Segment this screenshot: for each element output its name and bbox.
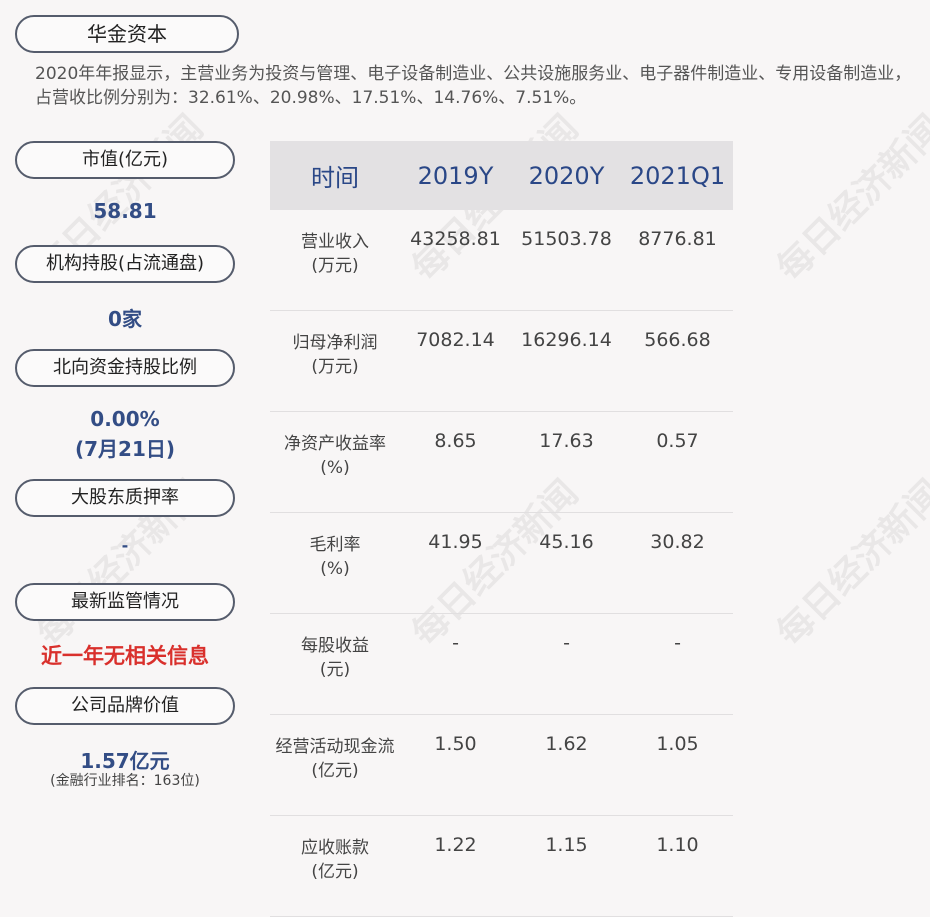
row-label-unit: (万元): [311, 256, 359, 276]
header-2019y: 2019Y: [400, 141, 511, 210]
table-cell: 45.16: [511, 512, 622, 614]
regulation-label: 最新监管情况: [15, 583, 235, 621]
company-name: 华金资本: [15, 15, 239, 53]
table-cell: 43258.81: [400, 210, 511, 311]
watermark: 每日经济新闻: [769, 107, 930, 290]
row-label-unit: (万元): [311, 357, 359, 377]
table-row: 营业收入 (万元) 43258.81 51503.78 8776.81: [270, 210, 733, 311]
row-label-unit: (%): [320, 559, 350, 579]
table-cell: 41.95: [400, 512, 511, 614]
header-2021q1: 2021Q1: [622, 141, 733, 210]
table-cell: 1.50: [400, 714, 511, 816]
watermark: 每日经济新闻: [769, 472, 930, 655]
pledge-ratio-label: 大股东质押率: [15, 479, 235, 517]
regulation-value: 近一年无相关信息: [41, 644, 209, 668]
table-row: 应收账款 (亿元) 1.22 1.15 1.10: [270, 815, 733, 917]
table-row: 归母净利润 (万元) 7082.14 16296.14 566.68: [270, 310, 733, 412]
table-cell: -: [511, 613, 622, 715]
row-label: 归母净利润 (万元): [270, 310, 400, 412]
table-cell: 1.05: [622, 714, 733, 816]
table-cell: 16296.14: [511, 310, 622, 412]
row-label-unit: (亿元): [311, 862, 359, 882]
table-cell: 8.65: [400, 411, 511, 513]
table-cell: 30.82: [622, 512, 733, 614]
table-cell: 17.63: [511, 411, 622, 513]
row-label-name: 净资产收益率: [284, 434, 386, 454]
table-header-row: 时间 2019Y 2020Y 2021Q1: [270, 141, 733, 210]
market-cap-value: 58.81: [93, 199, 157, 223]
table-cell: 7082.14: [400, 310, 511, 412]
northbound-ratio-value: 0.00%: [90, 407, 160, 431]
northbound-ratio-date: (7月21日): [74, 437, 176, 461]
header-2020y: 2020Y: [511, 141, 622, 210]
table-cell: 0.57: [622, 411, 733, 513]
table-cell: 8776.81: [622, 210, 733, 311]
table-cell: 1.15: [511, 815, 622, 917]
row-label: 营业收入 (万元): [270, 210, 400, 311]
market-cap-label: 市值(亿元): [15, 141, 235, 179]
northbound-ratio-label: 北向资金持股比例: [15, 349, 235, 387]
financial-table: 时间 2019Y 2020Y 2021Q1 营业收入 (万元) 43258.81 51…: [270, 141, 733, 917]
row-label: 毛利率 (%): [270, 512, 400, 614]
header-time: 时间: [270, 141, 400, 210]
table-cell: 1.62: [511, 714, 622, 816]
table-cell: 51503.78: [511, 210, 622, 311]
row-label: 经营活动现金流 (亿元): [270, 714, 400, 816]
table-cell: 566.68: [622, 310, 733, 412]
brand-value-label: 公司品牌价值: [15, 687, 235, 725]
table-cell: 1.10: [622, 815, 733, 917]
institution-holding-value: 0家: [108, 307, 142, 331]
business-intro: 2020年年报显示，主营业务为投资与管理、电子设备制造业、公共设施服务业、电子器…: [35, 64, 912, 108]
institution-holding-label: 机构持股(占流通盘): [15, 245, 235, 283]
table-cell: -: [400, 613, 511, 715]
row-label: 净资产收益率 (%): [270, 411, 400, 513]
row-label: 应收账款 (亿元): [270, 815, 400, 917]
table-row: 每股收益 (元) - - -: [270, 613, 733, 715]
row-label-unit: (亿元): [311, 761, 359, 781]
table-row: 净资产收益率 (%) 8.65 17.63 0.57: [270, 411, 733, 513]
row-label-name: 经营活动现金流: [275, 737, 395, 757]
row-label-name: 营业收入: [301, 232, 369, 252]
row-label-name: 应收账款: [301, 838, 369, 858]
row-label-name: 毛利率: [309, 535, 361, 555]
table-row: 经营活动现金流 (亿元) 1.50 1.62 1.05: [270, 714, 733, 816]
row-label-name: 每股收益: [301, 636, 369, 656]
brand-rank: (金融行业排名：163位): [50, 773, 200, 789]
row-label-name: 归母净利润: [292, 333, 378, 353]
row-label: 每股收益 (元): [270, 613, 400, 715]
table-cell: 1.22: [400, 815, 511, 917]
row-label-unit: (%): [320, 458, 350, 478]
table-row: 毛利率 (%) 41.95 45.16 30.82: [270, 512, 733, 614]
row-label-unit: (元): [319, 660, 351, 680]
table-cell: -: [622, 613, 733, 715]
pledge-ratio-value: -: [121, 536, 129, 555]
